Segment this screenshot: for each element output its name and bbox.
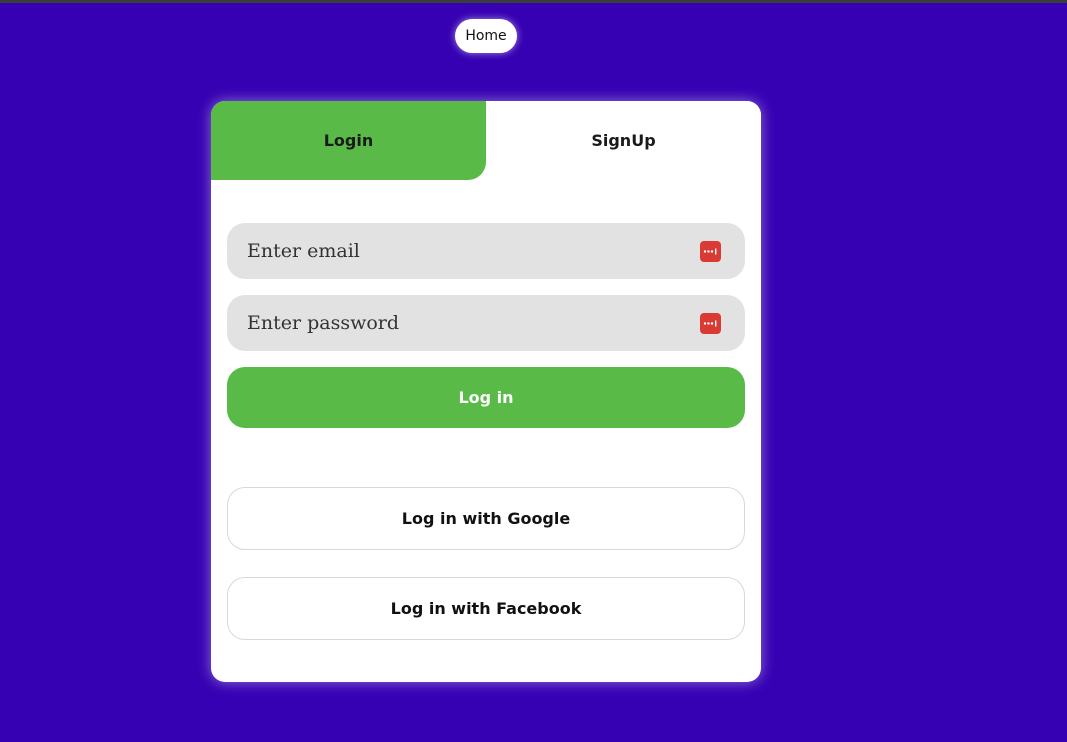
auth-tabs: Login SignUp — [211, 101, 761, 180]
email-input[interactable] — [227, 223, 687, 279]
password-input[interactable] — [227, 295, 687, 351]
email-field-container — [227, 223, 745, 279]
auth-card: Login SignUp Log in Log in with Google L — [211, 101, 761, 682]
facebook-login-button[interactable]: Log in with Facebook — [227, 577, 745, 640]
tab-signup[interactable]: SignUp — [486, 101, 761, 180]
home-button[interactable]: Home — [455, 19, 517, 53]
password-manager-icon[interactable] — [700, 241, 721, 262]
window-top-border — [0, 0, 1067, 3]
password-field-container — [227, 295, 745, 351]
login-button[interactable]: Log in — [227, 367, 745, 428]
tab-login[interactable]: Login — [211, 101, 486, 180]
password-manager-icon[interactable] — [700, 313, 721, 334]
google-login-button[interactable]: Log in with Google — [227, 487, 745, 550]
